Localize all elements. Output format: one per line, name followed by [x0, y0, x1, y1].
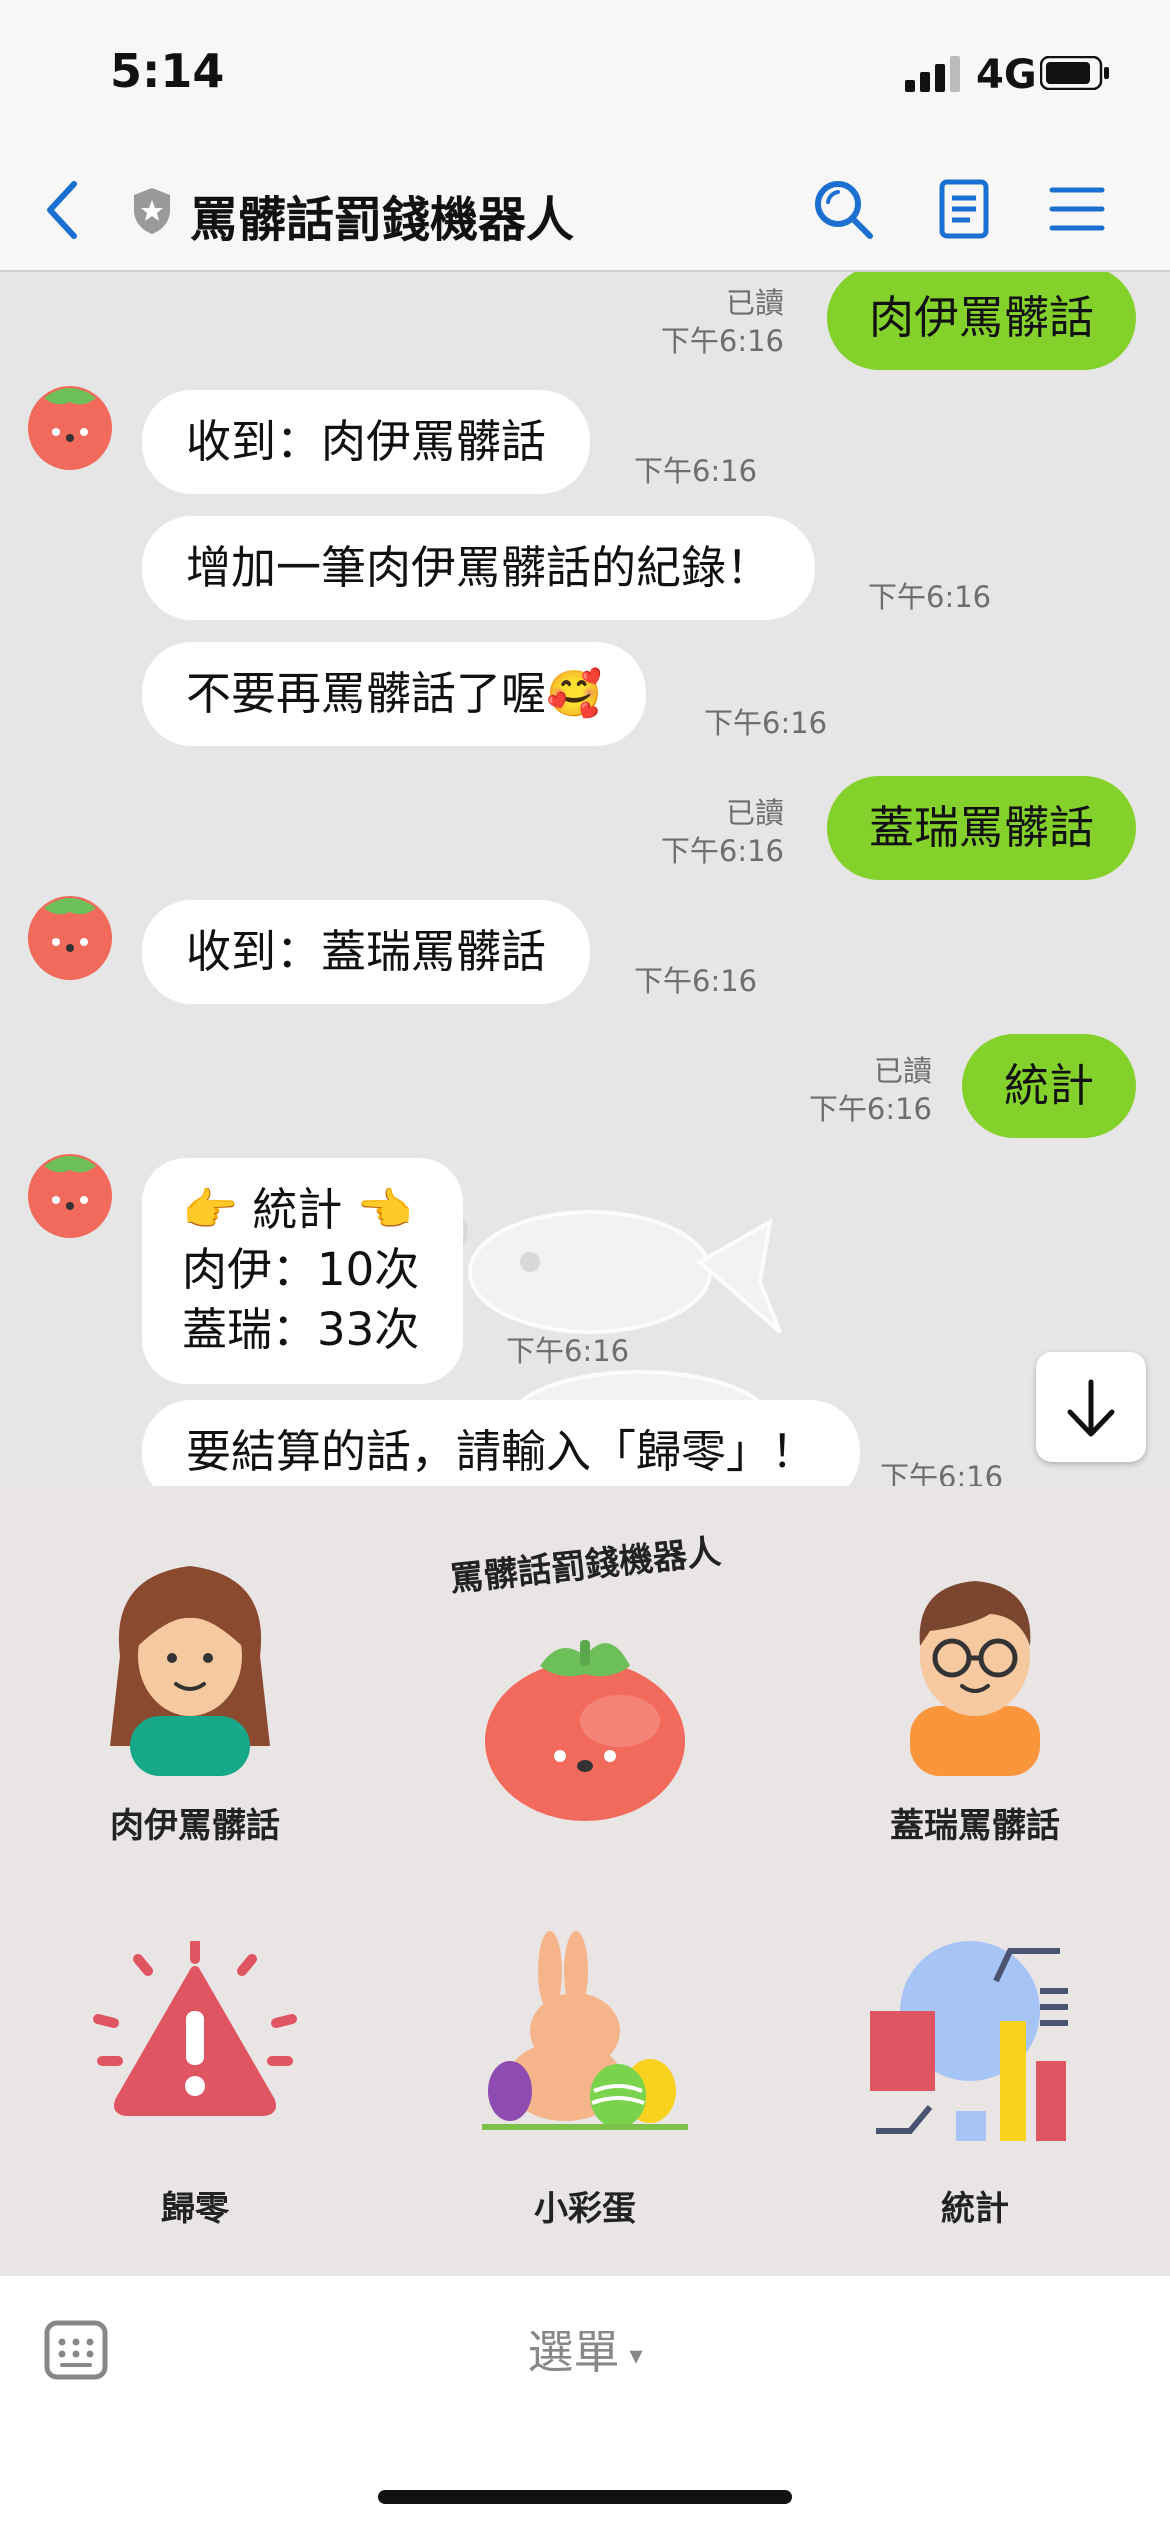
menu-item-rouyi-swear[interactable]: 肉伊罵髒話 [0, 1486, 390, 1881]
menu-item-easter-egg[interactable]: 小彩蛋 [390, 1881, 780, 2276]
home-indicator [378, 2490, 792, 2504]
status-time: 5:14 [110, 44, 225, 98]
menu-item-label: 肉伊罵髒話 [110, 1806, 280, 1846]
stats-line: 蓋瑞：33次 [182, 1303, 420, 1356]
menu-item-label: 小彩蛋 [534, 2189, 636, 2229]
logo-text: 罵髒話罰錢機器人 [448, 1531, 723, 1601]
menu-item-reset[interactable]: 歸零 [0, 1881, 390, 2276]
girl-avatar-icon [110, 1566, 270, 1776]
scroll-to-bottom-button[interactable] [1036, 1352, 1146, 1462]
warning-icon [93, 1941, 297, 2116]
boy-avatar-icon [910, 1581, 1040, 1776]
bot-avatar[interactable] [24, 378, 116, 470]
verified-shield-icon [134, 188, 170, 234]
message-text: 不要再罵髒話了喔 [186, 667, 547, 720]
stats-message[interactable]: 👉 統計 👈 肉伊：10次 蓋瑞：33次 [142, 1158, 464, 1384]
signal-icon [905, 56, 960, 92]
incoming-message[interactable]: 要結算的話，請輸入「歸零」！ [142, 1400, 861, 1486]
stats-line: 肉伊：10次 [182, 1243, 420, 1296]
smiling-hearts-emoji-icon: 🥰 [546, 667, 603, 720]
notes-icon[interactable] [930, 176, 996, 242]
chat-header: 罵髒話罰錢機器人 [0, 150, 1170, 272]
message-time: 下午6:16 [634, 454, 758, 488]
menu-toggle-label: 選單 [527, 2325, 620, 2379]
incoming-message[interactable]: 增加一筆肉伊罵髒話的紀錄！ [142, 516, 816, 620]
incoming-message[interactable]: 不要再罵髒話了喔🥰 [142, 642, 647, 746]
menu-item-statistics[interactable]: 統計 [780, 1881, 1170, 2276]
read-receipt: 已讀 下午6:16 [660, 286, 784, 358]
menu-toggle-button[interactable]: 選單 ▾ [0, 2316, 1170, 2382]
outgoing-message[interactable]: 肉伊罵髒話 [826, 272, 1136, 370]
message-time: 下午6:16 [868, 580, 992, 614]
bunny-eggs-icon [482, 1931, 688, 2130]
status-bar: 5:14 4G [0, 0, 1170, 150]
stats-heading: 👉 統計 👈 [182, 1183, 413, 1236]
caret-down-icon: ▾ [629, 2340, 643, 2371]
incoming-message[interactable]: 收到：蓋瑞罵髒話 [142, 900, 591, 1004]
statistics-chart-icon [870, 1941, 1068, 2141]
read-receipt: 已讀 下午6:16 [808, 1054, 932, 1126]
network-label: 4G [976, 52, 1037, 98]
chat-area[interactable]: 已讀 下午6:16 肉伊罵髒話 收到：肉伊罵髒話 下午6:16 增加一筆肉伊罵髒話… [0, 272, 1170, 1486]
outgoing-message[interactable]: 統計 [961, 1034, 1136, 1138]
hamburger-menu-icon[interactable] [1044, 176, 1110, 242]
message-time: 下午6:16 [634, 964, 758, 998]
outgoing-message[interactable]: 蓋瑞罵髒話 [826, 776, 1136, 880]
incoming-message[interactable]: 收到：肉伊罵髒話 [142, 390, 591, 494]
battery-icon [1040, 56, 1109, 90]
message-time: 下午6:16 [880, 1460, 1004, 1486]
menu-item-label: 蓋瑞罵髒話 [890, 1806, 1060, 1846]
menu-item-gary-swear[interactable]: 蓋瑞罵髒話 [780, 1486, 1170, 1881]
bot-avatar[interactable] [24, 1146, 116, 1238]
menu-item-label: 歸零 [161, 2189, 229, 2229]
bottom-bar: 選單 ▾ [0, 2276, 1170, 2532]
back-chevron-icon[interactable] [42, 178, 82, 242]
tomato-mascot-icon [485, 1640, 685, 1821]
rich-menu: 肉伊罵髒話 罵髒話罰錢機器人 蓋瑞罵髒話 歸零 小彩蛋 統計 [0, 1486, 1170, 2276]
arrow-down-icon [1067, 1379, 1115, 1437]
menu-item-label: 統計 [941, 2189, 1009, 2229]
chat-title: 罵髒話罰錢機器人 [190, 192, 575, 248]
read-receipt: 已讀 下午6:16 [660, 796, 784, 868]
message-time: 下午6:16 [704, 706, 828, 740]
message-time: 下午6:16 [506, 1334, 630, 1368]
bot-avatar[interactable] [24, 888, 116, 980]
search-icon[interactable] [810, 176, 876, 242]
menu-logo: 罵髒話罰錢機器人 [390, 1486, 780, 1881]
